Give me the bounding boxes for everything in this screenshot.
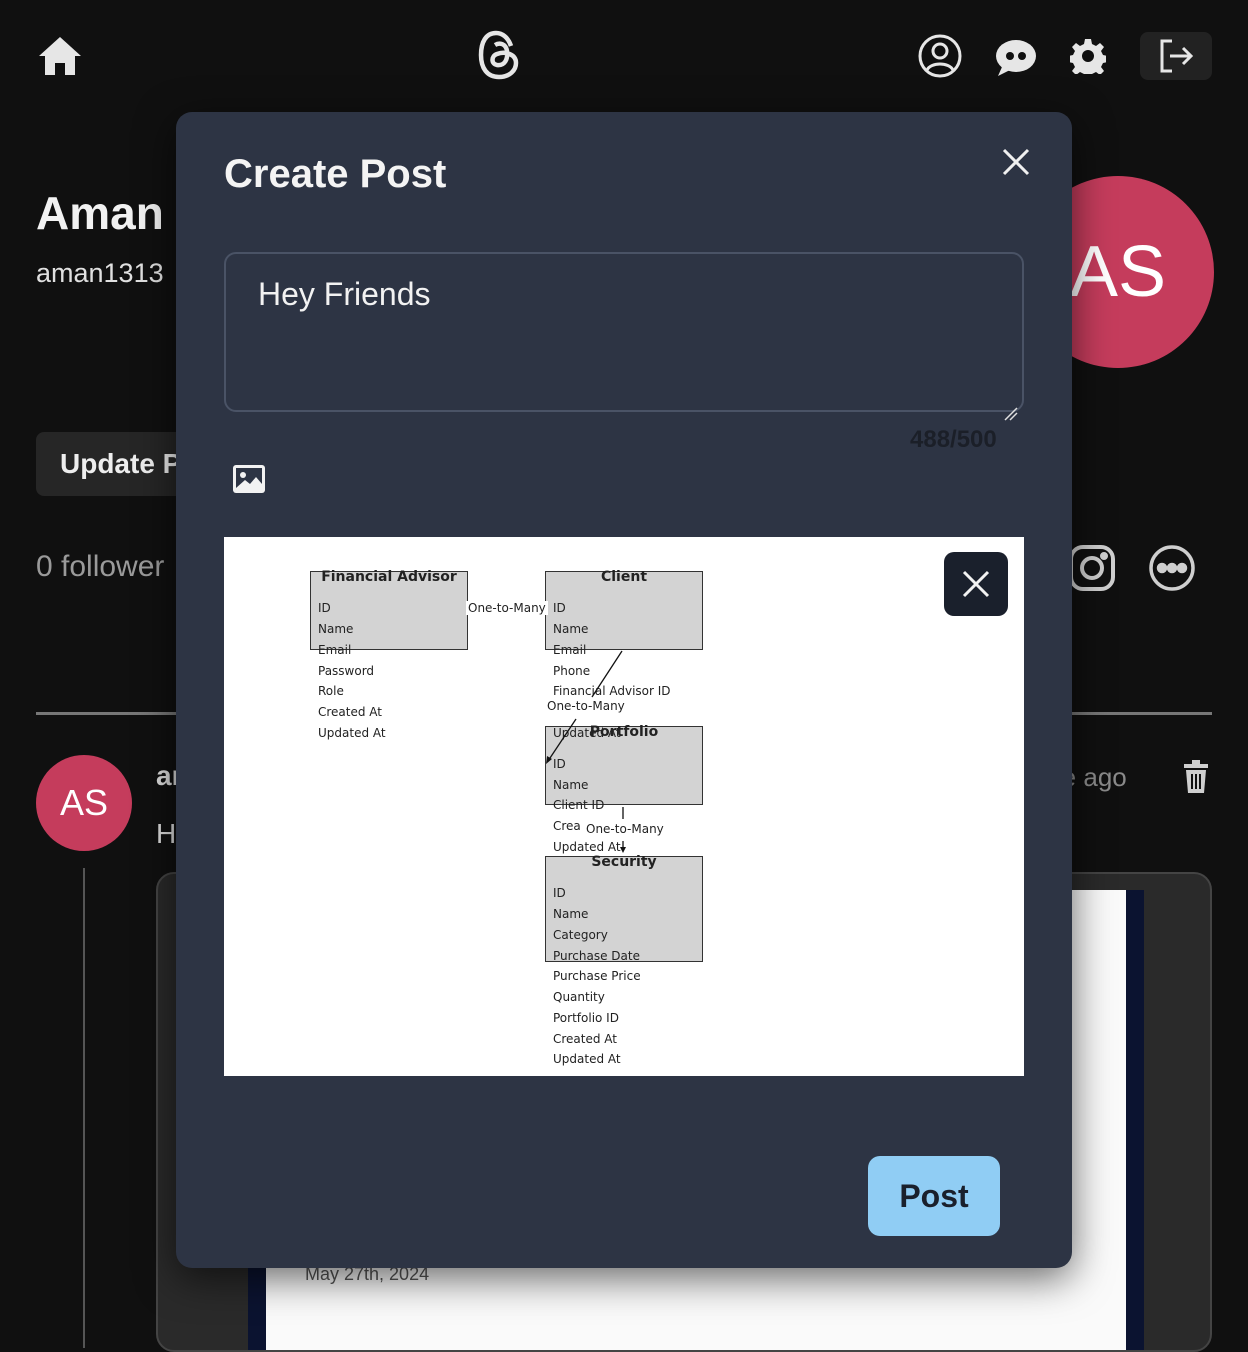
thread-line: [83, 868, 85, 1348]
profile-name: Aman: [36, 187, 164, 239]
post-button[interactable]: Post: [868, 1156, 1000, 1236]
threads-logo-icon[interactable]: [474, 28, 524, 82]
post-text-input[interactable]: Hey Friends: [224, 252, 1024, 421]
close-icon[interactable]: [994, 140, 1038, 184]
remove-image-button[interactable]: [944, 552, 1008, 616]
user-circle-icon[interactable]: [918, 34, 962, 78]
chat-bubbles-icon[interactable]: [994, 36, 1038, 78]
relation-label: One-to-Many: [466, 601, 548, 615]
resize-handle-icon[interactable]: [1004, 392, 1018, 421]
post-text: H: [156, 818, 177, 849]
home-icon[interactable]: [36, 34, 84, 78]
close-icon: [962, 570, 990, 598]
create-post-modal: Create Post Hey Friends 488/500 Financia…: [176, 112, 1072, 1268]
profile-handle: aman1313: [36, 258, 164, 288]
logout-icon: [1160, 39, 1194, 73]
char-count: 488/500: [910, 426, 997, 453]
relation-label: One-to-Many: [584, 822, 666, 836]
post-avatar[interactable]: AS: [36, 755, 132, 851]
post-text-value: Hey Friends: [258, 276, 431, 312]
logout-button[interactable]: [1140, 32, 1212, 80]
relation-connectors: [546, 650, 626, 853]
gear-icon[interactable]: [1070, 38, 1106, 74]
instagram-icon[interactable]: [1068, 544, 1116, 592]
relation-label: One-to-Many: [545, 699, 627, 713]
image-upload-icon[interactable]: [232, 464, 268, 496]
trash-icon[interactable]: [1182, 760, 1210, 794]
more-options-icon[interactable]: [1148, 544, 1196, 592]
followers-count[interactable]: 0 follower: [36, 550, 164, 584]
image-preview: Financial Advisor Client Portfolio Secur…: [224, 537, 1024, 1076]
modal-title: Create Post: [224, 152, 447, 196]
